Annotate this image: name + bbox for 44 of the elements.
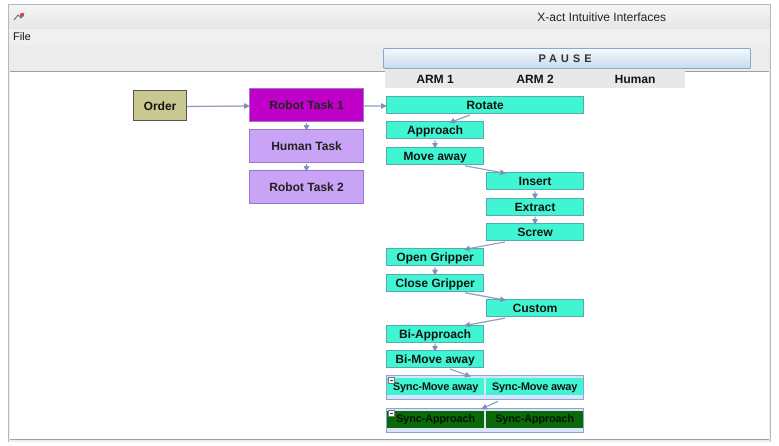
step-node: Screw (486, 222, 584, 241)
collapse-icon[interactable] (388, 377, 395, 384)
sync-step-node: Sync-Move away (486, 378, 583, 396)
step-node: Extract (486, 198, 584, 216)
menu-item[interactable]: File (13, 31, 31, 43)
task-node: Human Task (249, 129, 364, 163)
connector-arrow (464, 318, 506, 328)
connector-arrow (532, 216, 538, 225)
step-node: Custom (486, 299, 584, 318)
step-node: Move away (386, 146, 484, 165)
connector-arrow (464, 165, 506, 176)
step-node: Close Gripper (386, 274, 484, 292)
lane-header: ARM 1 (385, 70, 485, 88)
step-node: Approach (386, 121, 484, 140)
connector-arrow (464, 241, 506, 252)
connector-arrow (432, 267, 438, 276)
connector-arrow (432, 344, 438, 352)
sync-step-node: Sync-Approach (486, 410, 583, 428)
window-title: X-act Intuitive Interfaces (537, 10, 666, 24)
connector-arrow (464, 292, 506, 302)
order-node: Order (133, 90, 187, 121)
connector-arrow (364, 103, 387, 109)
connector-arrow (304, 123, 310, 131)
connector-arrow (450, 368, 471, 378)
connector-arrow (187, 103, 250, 110)
step-node: Open Gripper (386, 248, 484, 266)
connector-arrow (449, 114, 470, 124)
task-node: Robot Task 2 (249, 170, 364, 204)
lane-header: ARM 2 (485, 70, 585, 88)
sync-step-node: Sync-Approach (387, 410, 484, 428)
pause-button[interactable]: PAUSE (383, 48, 751, 69)
lane-header: Human (585, 70, 685, 88)
connector-arrow (432, 140, 438, 149)
task-node: Robot Task 1 (249, 88, 364, 122)
connector-arrow (304, 164, 310, 172)
app-icon (13, 12, 25, 22)
connector-arrow (481, 400, 498, 410)
collapse-icon[interactable] (388, 410, 395, 417)
sync-step-node: Sync-Move away (387, 378, 484, 396)
connector-arrow (532, 191, 538, 200)
step-node: Rotate (386, 96, 584, 114)
step-node: Bi-Move away (386, 350, 484, 368)
step-node: Bi-Approach (386, 324, 484, 343)
step-node: Insert (486, 172, 584, 190)
